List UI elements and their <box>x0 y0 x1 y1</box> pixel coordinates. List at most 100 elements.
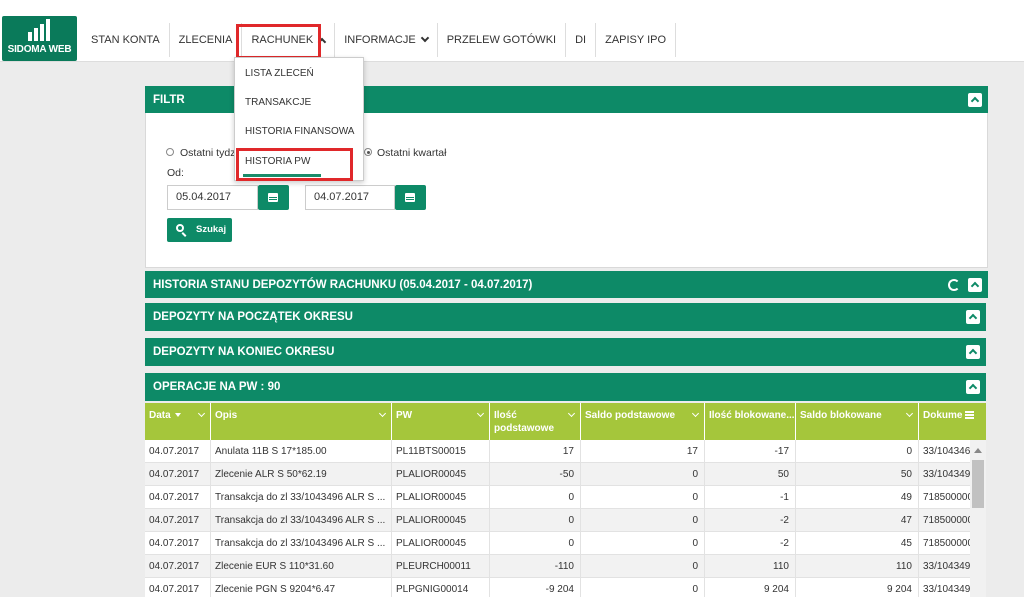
radio-last-quarter-label: Ostatni kwartał <box>377 147 447 159</box>
cell-desc: Transakcja do zl 33/1043496 ALR S ... <box>211 509 392 532</box>
col-label: Saldo blokowane <box>800 410 882 421</box>
search-icon <box>176 224 184 232</box>
cell-desc: Zlecenie ALR S 50*62.19 <box>211 463 392 486</box>
menu-item-lista-zlecen[interactable]: LISTA ZLECEŃ <box>245 68 314 79</box>
cell-qty-blocked: -17 <box>705 440 796 463</box>
menu-item-historia-finansowa[interactable]: HISTORIA FINANSOWA <box>245 126 354 137</box>
chevron-down-icon <box>378 409 387 418</box>
cell-saldo-blocked: 45 <box>796 532 919 555</box>
cell-date: 04.07.2017 <box>145 509 211 532</box>
history-panel-header[interactable]: HISTORIA STANU DEPOZYTÓW RACHUNKU (05.04… <box>145 271 988 298</box>
scroll-up-arrow-icon[interactable] <box>974 448 982 453</box>
cell-qty: 17 <box>490 440 581 463</box>
cell-qty: 0 <box>490 509 581 532</box>
sort-desc-icon <box>174 413 181 418</box>
table-row[interactable]: 04.07.2017 Anulata 11B S 17*185.00 PL11B… <box>145 440 970 463</box>
col-header-date[interactable]: Data <box>145 403 211 440</box>
cell-qty-blocked: -2 <box>705 509 796 532</box>
operations-table-body: 04.07.2017 Anulata 11B S 17*185.00 PL11B… <box>145 440 970 597</box>
chevron-down-icon <box>197 409 206 418</box>
nav-label: ZLECENIA <box>178 34 233 46</box>
nav-przelew-gotowki[interactable]: PRZELEW GOTÓWKI <box>436 23 565 57</box>
nav-di[interactable]: DI <box>565 23 595 57</box>
cell-pw: PLALIOR00045 <box>392 532 490 555</box>
col-header-saldo[interactable]: Saldo podstawowe <box>581 403 705 440</box>
col-label: podstawowe <box>494 423 555 434</box>
cell-qty-blocked: 50 <box>705 463 796 486</box>
cell-pw: PLALIOR00045 <box>392 486 490 509</box>
cell-doc: 33/1043496 <box>923 469 970 480</box>
col-header-doc[interactable]: Dokume <box>919 403 986 440</box>
menu-item-transakcje[interactable]: TRANSAKCJE <box>245 97 311 108</box>
menu-icon[interactable] <box>965 411 975 420</box>
col-header-qty[interactable]: Ilość podstawowe <box>490 403 581 440</box>
cell-pw: PLPGNIG00014 <box>392 578 490 597</box>
cell-desc: Transakcja do zl 33/1043496 ALR S ... <box>211 486 392 509</box>
cell-qty-blocked: -1 <box>705 486 796 509</box>
nav-stan-konta[interactable]: STAN KONTA <box>82 23 169 57</box>
cell-saldo: 0 <box>581 463 705 486</box>
collapse-icon[interactable] <box>966 345 980 359</box>
date-from-input[interactable]: 05.04.2017 <box>167 185 258 210</box>
highlight-rachunek <box>236 24 321 59</box>
cell-date: 04.07.2017 <box>145 486 211 509</box>
refresh-icon[interactable] <box>948 278 960 291</box>
collapse-icon[interactable] <box>966 310 980 324</box>
collapse-icon[interactable] <box>966 380 980 394</box>
col-label: Data <box>149 410 171 421</box>
cell-date: 04.07.2017 <box>145 532 211 555</box>
table-row[interactable]: 04.07.2017 Transakcja do zl 33/1043496 A… <box>145 532 970 555</box>
cell-desc: Zlecenie PGN S 9204*6.47 <box>211 578 392 597</box>
table-row[interactable]: 04.07.2017 Zlecenie EUR S 110*31.60 PLEU… <box>145 555 970 578</box>
radio-last-quarter[interactable] <box>364 148 372 156</box>
col-header-pw[interactable]: PW <box>392 403 490 440</box>
nav-informacje[interactable]: INFORMACJE <box>334 23 437 57</box>
cell-doc: 33/1043497 <box>923 561 970 572</box>
nav-zapisy-ipo[interactable]: ZAPISY IPO <box>595 23 677 57</box>
col-label: Dokume <box>923 410 963 421</box>
cell-doc: 718500000 <box>923 492 970 503</box>
cell-qty: 0 <box>490 486 581 509</box>
collapse-icon[interactable] <box>968 92 982 107</box>
nav-label: STAN KONTA <box>91 34 160 46</box>
search-button[interactable]: Szukaj <box>167 218 232 242</box>
table-row[interactable]: 04.07.2017 Transakcja do zl 33/1043496 A… <box>145 486 970 509</box>
cell-date: 04.07.2017 <box>145 440 211 463</box>
highlight-historia-pw <box>236 148 353 181</box>
end-deposits-header[interactable]: DEPOZYTY NA KONIEC OKRESU <box>145 338 986 366</box>
cell-desc: Anulata 11B S 17*185.00 <box>211 440 392 463</box>
search-button-label: Szukaj <box>196 224 227 235</box>
cell-desc: Transakcja do zl 33/1043496 ALR S ... <box>211 532 392 555</box>
cell-saldo: 17 <box>581 440 705 463</box>
cell-doc: 718500000 <box>923 538 970 549</box>
date-to-input[interactable]: 04.07.2017 <box>305 185 395 210</box>
start-deposits-title: DEPOZYTY NA POCZĄTEK OKRESU <box>153 311 353 323</box>
radio-last-week[interactable] <box>166 148 174 156</box>
operations-header[interactable]: OPERACJE NA PW : 90 <box>145 373 986 401</box>
table-row[interactable]: 04.07.2017 Zlecenie ALR S 50*62.19 PLALI… <box>145 463 970 486</box>
cell-doc: 33/1043498 <box>923 584 970 595</box>
sidoma-logo[interactable]: SIDOMA WEB <box>2 16 77 61</box>
col-header-qty-blocked[interactable]: Ilość blokowane... <box>705 403 796 440</box>
col-header-saldo-blocked[interactable]: Saldo blokowane <box>796 403 919 440</box>
scrollbar-thumb[interactable] <box>972 460 984 508</box>
history-title: HISTORIA STANU DEPOZYTÓW RACHUNKU (05.04… <box>153 278 533 291</box>
main-menu: STAN KONTA ZLECENIA RACHUNEK INFORMACJE … <box>82 23 677 57</box>
table-row[interactable]: 04.07.2017 Zlecenie PGN S 9204*6.47 PLPG… <box>145 578 970 597</box>
cell-qty: -110 <box>490 555 581 578</box>
col-header-desc[interactable]: Opis <box>211 403 392 440</box>
cell-qty-blocked: 110 <box>705 555 796 578</box>
calendar-icon[interactable] <box>395 185 426 210</box>
nav-zlecenia[interactable]: ZLECENIA <box>168 23 242 57</box>
start-deposits-header[interactable]: DEPOZYTY NA POCZĄTEK OKRESU <box>145 303 986 331</box>
cell-qty-blocked: 9 204 <box>705 578 796 597</box>
table-scrollbar[interactable] <box>970 440 986 597</box>
collapse-icon[interactable] <box>968 277 982 292</box>
calendar-icon[interactable] <box>258 185 289 210</box>
table-row[interactable]: 04.07.2017 Transakcja do zl 33/1043496 A… <box>145 509 970 532</box>
cell-saldo-blocked: 49 <box>796 486 919 509</box>
cell-doc: 718500000 <box>923 515 970 526</box>
nav-label: DI <box>575 34 587 46</box>
nav-label: PRZELEW GOTÓWKI <box>446 34 557 46</box>
cell-saldo-blocked: 9 204 <box>796 578 919 597</box>
